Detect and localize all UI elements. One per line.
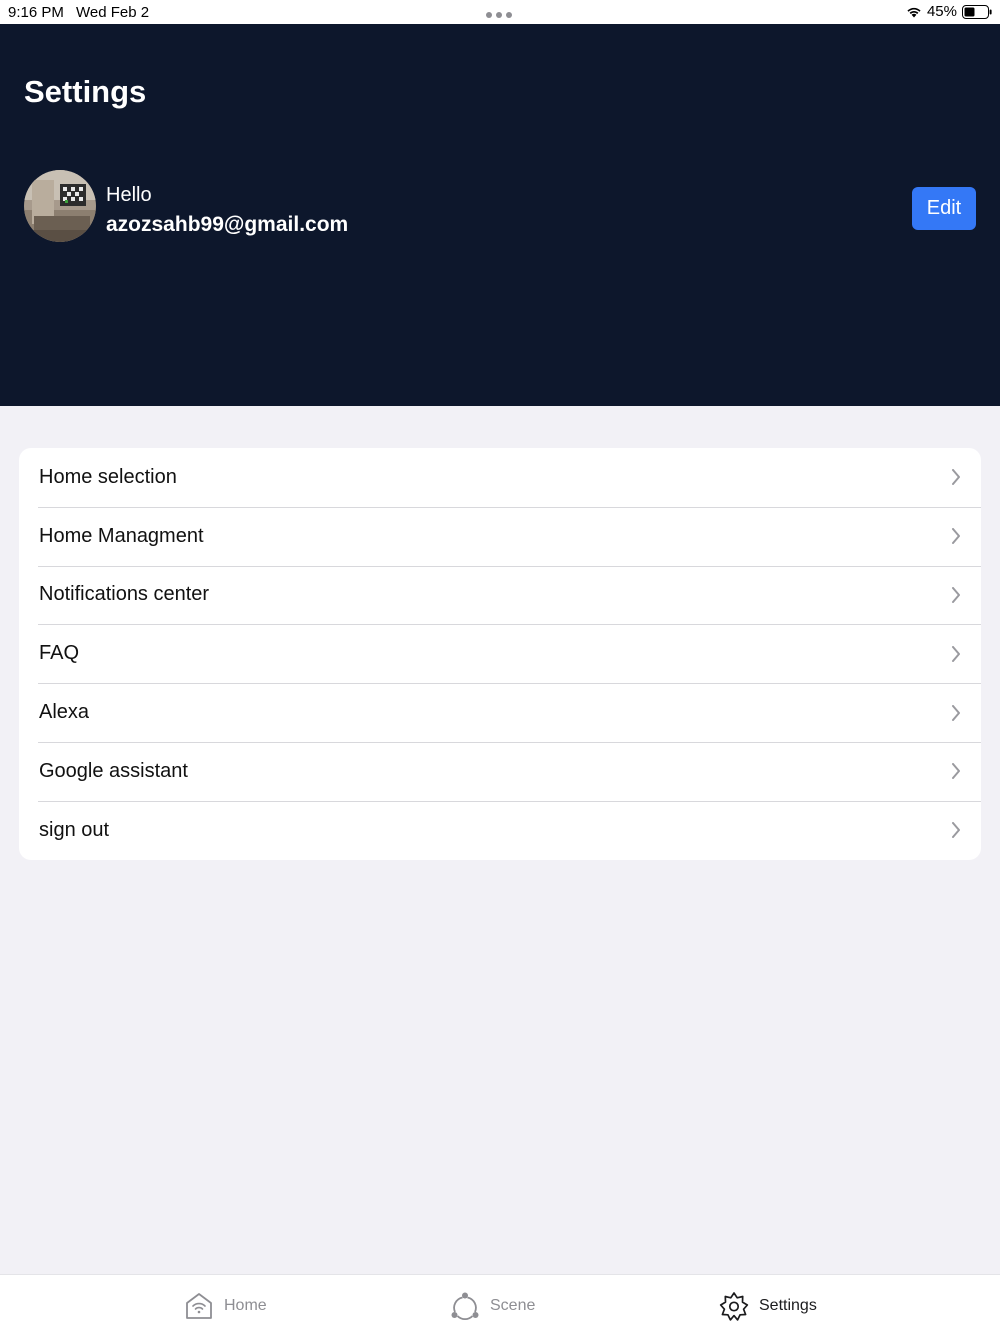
settings-item-label: Google assistant [39, 759, 188, 782]
settings-item-label: Home Managment [39, 524, 204, 547]
chevron-right-icon [952, 704, 960, 721]
settings-item-faq[interactable]: FAQ [19, 624, 981, 683]
tab-label: Scene [490, 1297, 536, 1314]
tab-settings[interactable]: Settings [719, 1289, 817, 1323]
scene-icon [451, 1292, 479, 1320]
chevron-right-icon [952, 586, 960, 603]
user-email: azozsahb99@gmail.com [106, 213, 349, 236]
battery-icon [962, 4, 992, 19]
multitask-dots-icon[interactable] [486, 12, 512, 18]
status-date: Wed Feb 2 [76, 4, 150, 21]
settings-item-label: FAQ [39, 642, 80, 665]
status-bar: 9:16 PM Wed Feb 2 45% [0, 0, 1000, 24]
home-wifi-icon [186, 1293, 212, 1319]
profile-header: Settings Hello azozsahb99@gmail.com Edit [0, 24, 1000, 406]
wifi-icon [907, 7, 921, 17]
page-title: Settings [24, 74, 147, 109]
settings-item-sign-out[interactable]: sign out [19, 800, 981, 860]
battery-percent: 45% [926, 3, 957, 20]
tab-bar: Home Scene Settings [0, 1274, 1000, 1334]
settings-item-label: Notifications center [39, 583, 210, 606]
chevron-right-icon [952, 528, 960, 545]
settings-item-label: Alexa [39, 701, 90, 724]
edit-profile-button[interactable]: Edit [912, 187, 976, 230]
settings-item-notifications-center[interactable]: Notifications center [19, 565, 981, 625]
tab-scene[interactable]: Scene [450, 1289, 535, 1323]
tab-home[interactable]: Home [184, 1289, 267, 1323]
greeting-text: Hello [106, 184, 152, 206]
chevron-right-icon [952, 469, 960, 486]
chevron-right-icon [952, 645, 960, 662]
status-indicators: 45% [906, 3, 992, 20]
settings-item-label: sign out [39, 818, 110, 841]
chevron-right-icon [952, 763, 960, 780]
settings-list: Home selection Home Managment Notificati… [19, 448, 981, 860]
avatar[interactable] [24, 170, 96, 242]
tab-label: Home [224, 1297, 267, 1314]
tab-label: Settings [759, 1297, 817, 1314]
avatar-photo [24, 170, 96, 242]
settings-item-alexa[interactable]: Alexa [19, 683, 981, 742]
settings-item-home-selection[interactable]: Home selection [19, 448, 981, 507]
chevron-right-icon [952, 822, 960, 839]
settings-item-google-assistant[interactable]: Google assistant [19, 741, 981, 801]
settings-item-home-management[interactable]: Home Managment [19, 506, 981, 566]
status-time: 9:16 PM [8, 4, 64, 21]
settings-item-label: Home selection [39, 465, 177, 488]
gear-icon [719, 1292, 749, 1321]
